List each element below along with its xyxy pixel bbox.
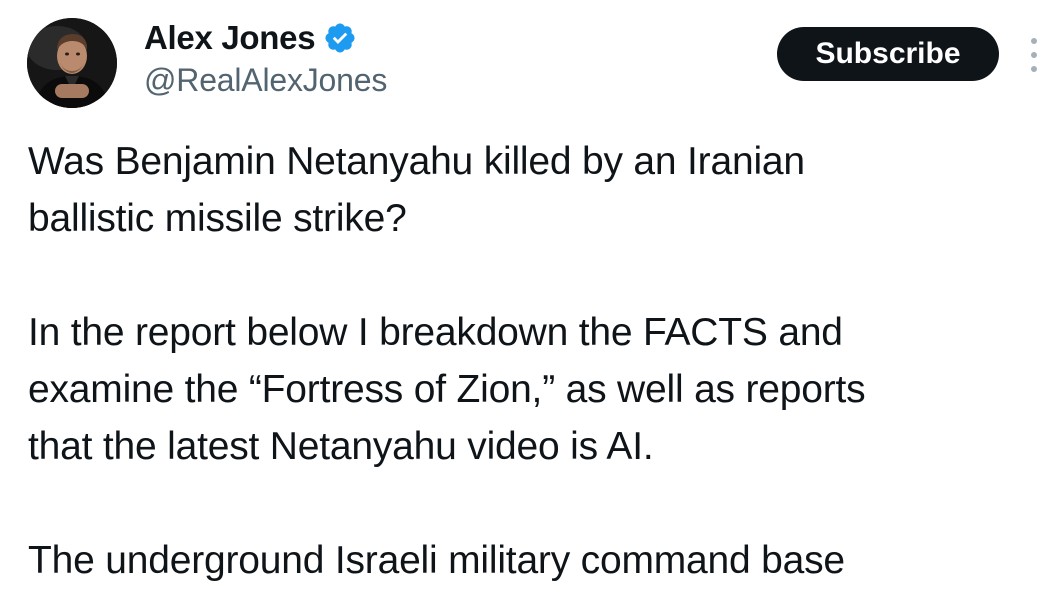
- verified-badge-icon: [325, 23, 355, 53]
- post-paragraph: The underground Israeli military command…: [28, 532, 1048, 589]
- author-name-row: Alex Jones: [144, 18, 387, 58]
- author-info: Alex Jones @RealAlexJones: [144, 18, 387, 99]
- post-line: examine the “Fortress of Zion,” as well …: [28, 368, 866, 411]
- more-dot: [1031, 38, 1037, 44]
- more-dot: [1031, 52, 1037, 58]
- post-card: Alex Jones @RealAlexJones Subscribe Was …: [0, 0, 1056, 594]
- more-vertical-icon[interactable]: [1024, 38, 1044, 72]
- post-paragraph: Was Benjamin Netanyahu killed by an Iran…: [28, 133, 1048, 247]
- post-line: Was Benjamin Netanyahu killed by an Iran…: [28, 140, 805, 183]
- post-paragraph: In the report below I breakdown the FACT…: [28, 304, 1048, 475]
- author-display-name[interactable]: Alex Jones: [144, 19, 316, 57]
- avatar[interactable]: [27, 18, 117, 108]
- post-line: that the latest Netanyahu video is AI.: [28, 425, 654, 468]
- author-handle[interactable]: @RealAlexJones: [144, 62, 387, 99]
- post-line: In the report below I breakdown the FACT…: [28, 311, 843, 354]
- subscribe-button[interactable]: Subscribe: [777, 27, 999, 81]
- post-line: ballistic missile strike?: [28, 197, 407, 240]
- post-text: Was Benjamin Netanyahu killed by an Iran…: [28, 133, 1048, 589]
- post-line: The underground Israeli military command…: [28, 539, 845, 582]
- more-dot: [1031, 66, 1037, 72]
- avatar-image: [27, 18, 117, 108]
